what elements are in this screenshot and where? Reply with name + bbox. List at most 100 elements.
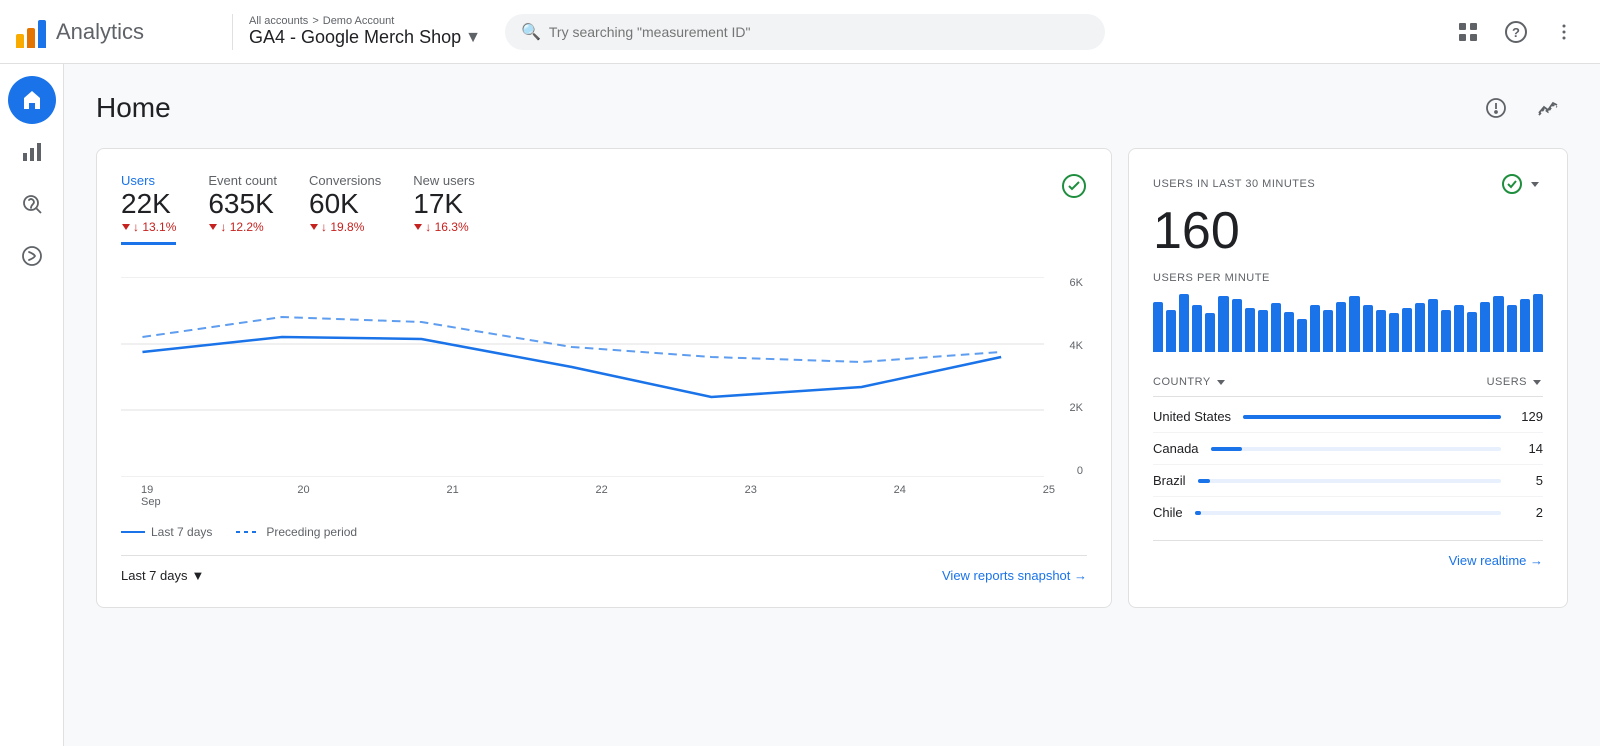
country-row: United States 129 bbox=[1153, 401, 1543, 433]
country-header-right[interactable]: USERS bbox=[1487, 376, 1543, 388]
mini-bar-item bbox=[1507, 305, 1517, 352]
country-row: Chile 2 bbox=[1153, 497, 1543, 528]
legend-dashed-label: Preceding period bbox=[266, 525, 357, 539]
mini-bar-item bbox=[1520, 299, 1530, 353]
logo-bar-3 bbox=[38, 20, 46, 48]
tab-users-change: ↓ 13.1% bbox=[121, 220, 176, 234]
mini-bar-item bbox=[1441, 310, 1451, 352]
legend-last7: Last 7 days bbox=[121, 525, 212, 539]
country-header-left[interactable]: COUNTRY bbox=[1153, 376, 1227, 388]
x-label-24: 24 bbox=[894, 484, 906, 508]
account-selector[interactable]: All accounts > Demo Account GA4 - Google… bbox=[249, 15, 481, 48]
y-label-4k: 4K bbox=[1070, 340, 1083, 352]
mini-bar-item bbox=[1480, 302, 1490, 352]
help-button[interactable]: ? bbox=[1496, 12, 1536, 52]
tab-conv-label: Conversions bbox=[309, 173, 381, 188]
tab-new-value: 17K bbox=[413, 188, 474, 220]
property-name: GA4 - Google Merch Shop bbox=[249, 27, 461, 48]
country-bar-container bbox=[1211, 447, 1501, 451]
tab-event-label: Event count bbox=[208, 173, 277, 188]
main-content: Home bbox=[64, 64, 1600, 746]
tab-new-label: New users bbox=[413, 173, 474, 188]
metrics-card-footer: Last 7 days ▼ View reports snapshot → bbox=[121, 555, 1087, 583]
sidebar-item-reports[interactable] bbox=[8, 128, 56, 176]
date-selector-label: Last 7 days bbox=[121, 568, 188, 583]
tab-event-value: 635K bbox=[208, 188, 277, 220]
more-button[interactable] bbox=[1544, 12, 1584, 52]
compare-button[interactable] bbox=[1528, 88, 1568, 128]
x-label-22: 22 bbox=[596, 484, 608, 508]
tab-users-label: Users bbox=[121, 173, 176, 188]
realtime-footer: View realtime → bbox=[1153, 540, 1543, 568]
realtime-count: 160 bbox=[1153, 203, 1543, 260]
x-label-23: 23 bbox=[745, 484, 757, 508]
view-reports-link[interactable]: View reports snapshot → bbox=[942, 568, 1087, 583]
page-header: Home bbox=[96, 88, 1568, 128]
all-accounts-link[interactable]: All accounts bbox=[249, 15, 308, 27]
search-icon: 🔍 bbox=[521, 22, 541, 42]
country-bar-container bbox=[1195, 511, 1501, 515]
app-title: Analytics bbox=[56, 19, 144, 45]
users-sort-icon bbox=[1531, 376, 1543, 388]
metrics-check-icon[interactable] bbox=[1061, 173, 1087, 205]
mini-bar-item bbox=[1428, 299, 1438, 353]
mini-bar-item bbox=[1245, 308, 1255, 353]
country-value: 129 bbox=[1513, 409, 1543, 424]
metrics-row: Users 22K ↓ 13.1% Event count 635K bbox=[121, 173, 1087, 261]
country-sort-icon bbox=[1215, 376, 1227, 388]
mini-bar-item bbox=[1192, 305, 1202, 352]
mini-bar-item bbox=[1271, 303, 1281, 352]
x-label-19: 19Sep bbox=[141, 484, 161, 508]
apps-button[interactable] bbox=[1448, 12, 1488, 52]
sidebar-item-explore[interactable] bbox=[8, 180, 56, 228]
x-label-25: 25 bbox=[1043, 484, 1055, 508]
metrics-card: Users 22K ↓ 13.1% Event count 635K bbox=[96, 148, 1112, 608]
realtime-label: USERS IN LAST 30 MINUTES bbox=[1153, 178, 1315, 190]
svg-text:?: ? bbox=[1512, 25, 1520, 40]
country-bar bbox=[1195, 511, 1201, 515]
header-actions: ? bbox=[1448, 12, 1584, 52]
realtime-check-dropdown[interactable] bbox=[1501, 173, 1543, 195]
view-realtime-link[interactable]: View realtime → bbox=[1449, 553, 1543, 568]
page-title: Home bbox=[96, 92, 171, 124]
mini-bar-item bbox=[1297, 319, 1307, 352]
country-bar bbox=[1198, 479, 1210, 483]
mini-bar-item bbox=[1232, 299, 1242, 353]
mini-bar-item bbox=[1166, 310, 1176, 352]
x-label-20: 20 bbox=[297, 484, 309, 508]
search-input[interactable] bbox=[549, 24, 1089, 40]
tab-new-users[interactable]: New users 17K ↓ 16.3% bbox=[413, 173, 474, 245]
breadcrumb-separator: > bbox=[312, 15, 318, 27]
line-chart: 6K 4K 2K 0 19Sep 20 21 22 23 24 25 bbox=[121, 277, 1087, 517]
country-table-header: COUNTRY USERS bbox=[1153, 368, 1543, 397]
tab-event-change: ↓ 12.2% bbox=[208, 220, 277, 234]
chart-svg bbox=[121, 277, 1087, 477]
property-selector[interactable]: GA4 - Google Merch Shop ▼ bbox=[249, 27, 481, 48]
insights-button[interactable] bbox=[1476, 88, 1516, 128]
sidebar-item-home[interactable] bbox=[8, 76, 56, 124]
analytics-logo bbox=[16, 16, 46, 48]
date-selector[interactable]: Last 7 days ▼ bbox=[121, 568, 204, 583]
page-header-actions bbox=[1476, 88, 1568, 128]
country-value: 5 bbox=[1513, 473, 1543, 488]
country-name: Chile bbox=[1153, 505, 1183, 520]
country-name: Brazil bbox=[1153, 473, 1186, 488]
sidebar-item-advertising[interactable] bbox=[8, 232, 56, 280]
property-chevron-icon: ▼ bbox=[465, 29, 481, 47]
tab-conv-change: ↓ 19.8% bbox=[309, 220, 381, 234]
logo-bar-2 bbox=[27, 28, 35, 48]
breadcrumb: All accounts > Demo Account bbox=[249, 15, 481, 27]
country-bar-container bbox=[1198, 479, 1501, 483]
mini-bar-item bbox=[1349, 296, 1359, 352]
demo-account-link[interactable]: Demo Account bbox=[323, 15, 395, 27]
chart-legend: Last 7 days Preceding period bbox=[121, 525, 1087, 539]
tab-conversions[interactable]: Conversions 60K ↓ 19.8% bbox=[309, 173, 381, 245]
realtime-bar-chart bbox=[1153, 292, 1543, 352]
x-label-21: 21 bbox=[446, 484, 458, 508]
tab-event-count[interactable]: Event count 635K ↓ 12.2% bbox=[208, 173, 277, 245]
search-bar[interactable]: 🔍 bbox=[505, 14, 1105, 50]
tab-users[interactable]: Users 22K ↓ 13.1% bbox=[121, 173, 176, 245]
tab-users-value: 22K bbox=[121, 188, 176, 220]
mini-bar-item bbox=[1336, 302, 1346, 352]
logo-bar-1 bbox=[16, 34, 24, 48]
